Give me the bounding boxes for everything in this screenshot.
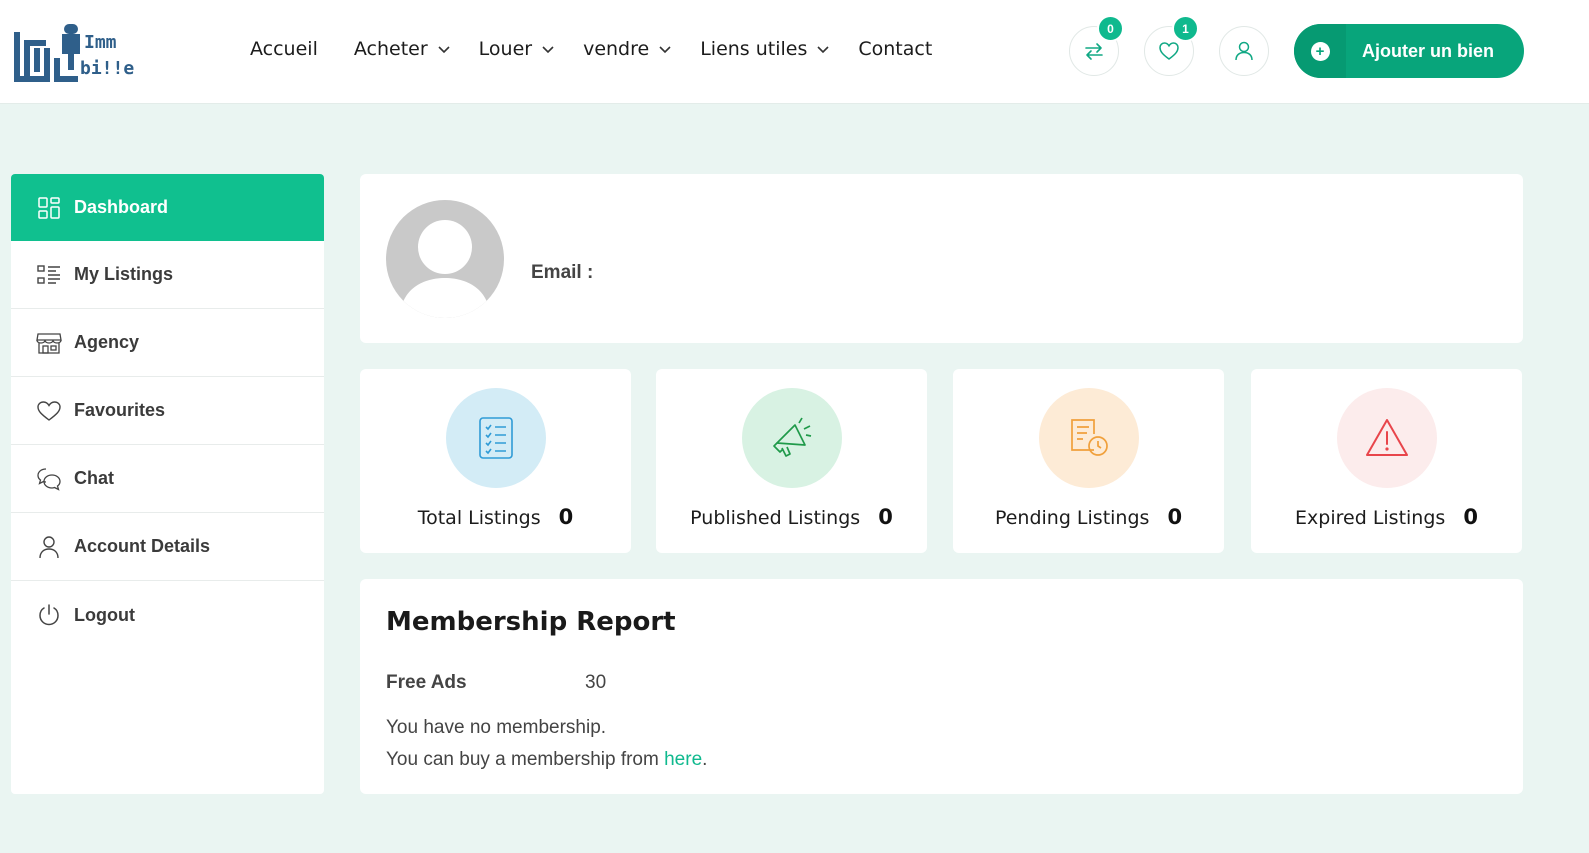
membership-title: Membership Report bbox=[386, 607, 676, 637]
store-icon bbox=[36, 330, 62, 356]
stat-value: 0 bbox=[878, 505, 893, 529]
no-membership-text: You have no membership. bbox=[386, 717, 607, 738]
document-clock-icon bbox=[1039, 388, 1139, 488]
sidebar-item-label: Account Details bbox=[74, 536, 211, 556]
chevron-down-icon bbox=[659, 46, 671, 54]
sidebar-item-label: Agency bbox=[74, 332, 140, 352]
sidebar-item-agency[interactable]: Agency bbox=[11, 309, 324, 377]
user-icon bbox=[36, 534, 62, 560]
nav-label: Accueil bbox=[250, 38, 318, 60]
email-label: Email : bbox=[531, 262, 594, 283]
nav-label: vendre bbox=[583, 38, 650, 60]
buy-membership-line: You can buy a membership from here. bbox=[386, 749, 707, 771]
user-icon bbox=[1235, 41, 1253, 61]
stat-value: 0 bbox=[1167, 505, 1183, 529]
nav-label: Acheter bbox=[353, 38, 428, 60]
wishlist-count-badge: 1 bbox=[1172, 15, 1199, 42]
stat-value: 0 bbox=[558, 505, 574, 529]
site-logo[interactable]: Imm bi!!er bbox=[14, 18, 145, 86]
buy-membership-suffix: . bbox=[702, 749, 708, 770]
dashboard-sidebar: Dashboard My Listings Agency Favourites … bbox=[11, 174, 324, 794]
stat-label: Pending Listings bbox=[994, 507, 1150, 529]
sidebar-item-label: Favourites bbox=[74, 400, 166, 420]
sidebar-item-label: My Listings bbox=[74, 264, 174, 284]
megaphone-icon bbox=[742, 388, 842, 488]
chevron-down-icon bbox=[817, 46, 829, 54]
free-ads-label: Free Ads bbox=[386, 672, 467, 693]
warning-triangle-icon bbox=[1337, 388, 1437, 488]
dashboard-grid-icon bbox=[36, 195, 62, 221]
stat-card-total-listings[interactable]: Total Listings 0 bbox=[360, 369, 631, 553]
stat-label: Total Listings bbox=[417, 507, 541, 529]
logo-text-top: Imm bbox=[84, 32, 117, 53]
stat-label: Expired Listings bbox=[1295, 507, 1446, 529]
logo-text-bottom: bi!!er bbox=[80, 58, 136, 79]
nav-contact[interactable]: Contact bbox=[858, 38, 932, 60]
nav-vendre[interactable]: vendre bbox=[583, 38, 672, 60]
buy-membership-text: You can buy a membership from bbox=[386, 749, 665, 770]
sidebar-item-account-details[interactable]: Account Details bbox=[11, 513, 324, 581]
heart-icon bbox=[36, 398, 62, 424]
compare-button[interactable]: 0 bbox=[1069, 15, 1124, 76]
compare-count-badge: 0 bbox=[1097, 15, 1124, 42]
sidebar-item-label: Dashboard bbox=[74, 197, 169, 217]
nav-louer[interactable]: Louer bbox=[479, 38, 555, 60]
free-ads-value: 30 bbox=[585, 672, 607, 693]
nav-liens-utiles[interactable]: Liens utiles bbox=[700, 38, 830, 60]
chevron-down-icon bbox=[542, 46, 554, 54]
heart-icon bbox=[1159, 42, 1179, 60]
sidebar-item-chat[interactable]: Chat bbox=[11, 445, 324, 513]
checklist-icon bbox=[446, 388, 546, 488]
sidebar-item-dashboard[interactable]: Dashboard bbox=[11, 174, 324, 241]
profile-card: Email : bbox=[360, 174, 1523, 343]
nav-label: Contact bbox=[858, 38, 933, 60]
chat-bubbles-icon bbox=[36, 466, 62, 492]
sidebar-item-favourites[interactable]: Favourites bbox=[11, 377, 324, 445]
stat-value: 0 bbox=[1463, 505, 1478, 529]
sidebar-item-label: Chat bbox=[74, 468, 114, 488]
membership-report-card: Membership Report Free Ads 30 You have n… bbox=[360, 579, 1523, 794]
nav-accueil[interactable]: Accueil bbox=[250, 38, 318, 60]
nav-label: Liens utiles bbox=[700, 38, 808, 60]
compare-arrows-icon bbox=[1085, 43, 1103, 60]
chevron-down-icon bbox=[438, 46, 450, 54]
add-property-label: Ajouter un bien bbox=[1362, 40, 1494, 61]
power-icon bbox=[36, 602, 62, 628]
list-icon bbox=[36, 262, 62, 288]
stat-card-pending-listings[interactable]: Pending Listings 0 bbox=[953, 369, 1224, 553]
buy-membership-link[interactable]: here bbox=[664, 749, 702, 770]
add-property-button[interactable]: + Ajouter un bien bbox=[1294, 24, 1524, 78]
sidebar-item-logout[interactable]: Logout bbox=[11, 581, 324, 649]
stat-label: Published Listings bbox=[690, 507, 861, 529]
plus-icon: + bbox=[1310, 41, 1330, 61]
nav-acheter[interactable]: Acheter bbox=[354, 38, 451, 60]
sidebar-item-label: Logout bbox=[74, 604, 135, 625]
wishlist-button[interactable]: 1 bbox=[1144, 15, 1199, 76]
nav-label: Louer bbox=[478, 38, 533, 60]
avatar bbox=[386, 200, 504, 318]
top-header: Imm bi!!er Accueil Acheter Louer vendre … bbox=[0, 0, 1589, 104]
stat-card-expired-listings[interactable]: Expired Listings 0 bbox=[1251, 369, 1522, 553]
main-nav: Accueil Acheter Louer vendre Liens utile… bbox=[250, 38, 968, 60]
sidebar-item-my-listings[interactable]: My Listings bbox=[11, 241, 324, 309]
account-button[interactable] bbox=[1219, 26, 1269, 76]
stat-card-published-listings[interactable]: Published Listings 0 bbox=[656, 369, 927, 553]
